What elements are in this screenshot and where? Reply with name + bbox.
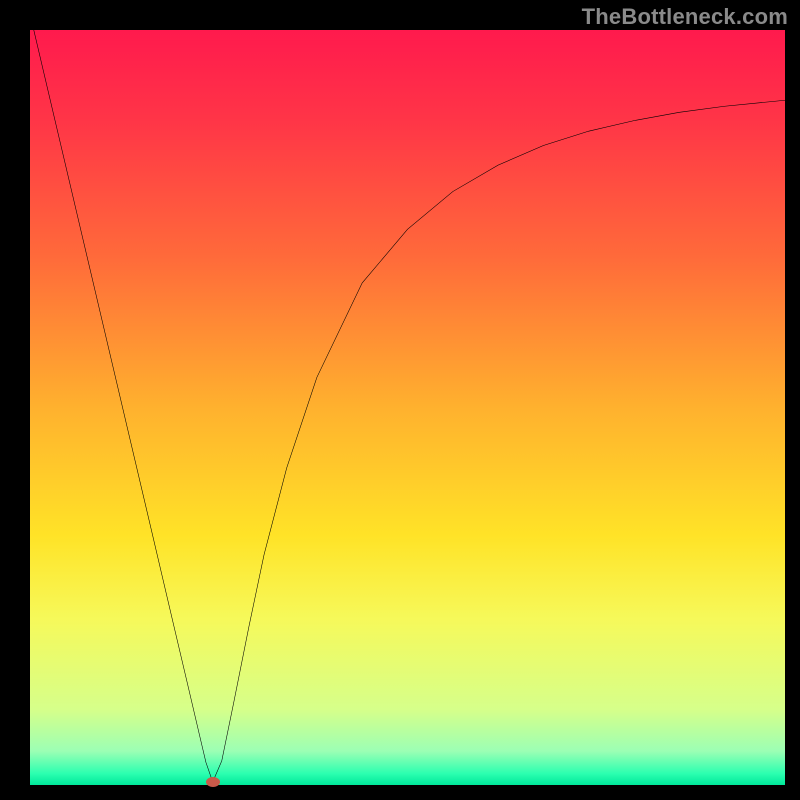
bottleneck-curve — [34, 30, 785, 782]
curve-layer — [30, 30, 785, 785]
chart-frame: TheBottleneck.com — [0, 0, 800, 800]
watermark-text: TheBottleneck.com — [582, 4, 788, 30]
optimal-marker — [206, 777, 220, 787]
plot-area — [30, 30, 785, 785]
